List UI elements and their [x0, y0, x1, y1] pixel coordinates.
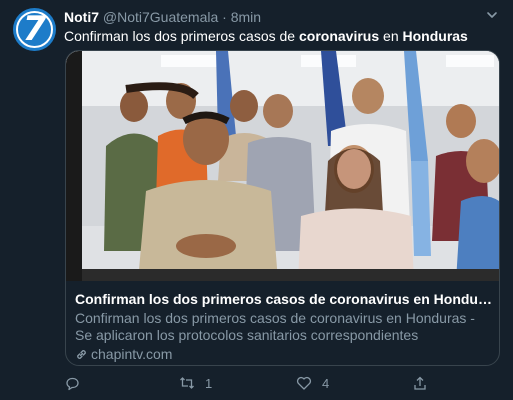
retweet-button[interactable]: 1	[179, 373, 212, 393]
card-description: Confirman los dos primeros casos de coro…	[75, 310, 475, 343]
like-button[interactable]: 4	[296, 373, 329, 393]
tweet-text-part: Confirman los dos primeros casos de	[64, 28, 299, 44]
card-domain-text: chapintv.com	[91, 346, 173, 362]
avatar[interactable]: 7	[13, 8, 56, 51]
tweet-header: Noti7 @Noti7Guatemala · 8min	[64, 9, 261, 27]
tweet-text-bold: coronavirus	[299, 28, 380, 44]
more-options-button[interactable]	[485, 8, 499, 22]
tweet-actions: 1 4	[64, 373, 504, 393]
timestamp[interactable]: 8min	[231, 9, 261, 25]
link-icon	[77, 350, 86, 359]
tweet-text: Confirman los dos primeros casos de coro…	[64, 27, 468, 45]
like-count: 4	[322, 375, 330, 391]
tweet-text-bold: Honduras	[402, 28, 468, 44]
heart-icon	[296, 376, 312, 390]
share-button[interactable]	[412, 373, 428, 393]
share-icon	[414, 376, 426, 390]
separator-dot: ·	[222, 9, 227, 25]
tweet-text-part: en	[379, 28, 403, 44]
card-image[interactable]	[66, 51, 499, 281]
link-card[interactable]: Confirman los dos primeros casos de coro…	[65, 50, 500, 366]
chevron-down-icon	[487, 12, 497, 18]
reply-icon	[66, 377, 79, 391]
author-handle[interactable]: @Noti7Guatemala	[103, 9, 218, 25]
author-name[interactable]: Noti7	[64, 9, 99, 25]
reply-button[interactable]	[64, 373, 90, 393]
card-domain[interactable]: chapintv.com	[75, 346, 172, 362]
retweet-count: 1	[205, 375, 213, 391]
tweet[interactable]: 7 Noti7 @Noti7Guatemala · 8min Confirman…	[0, 0, 513, 400]
card-title[interactable]: Confirman los dos primeros casos de coro…	[75, 291, 495, 307]
retweet-icon	[180, 377, 194, 389]
avatar-logo-text: 7	[22, 9, 47, 49]
